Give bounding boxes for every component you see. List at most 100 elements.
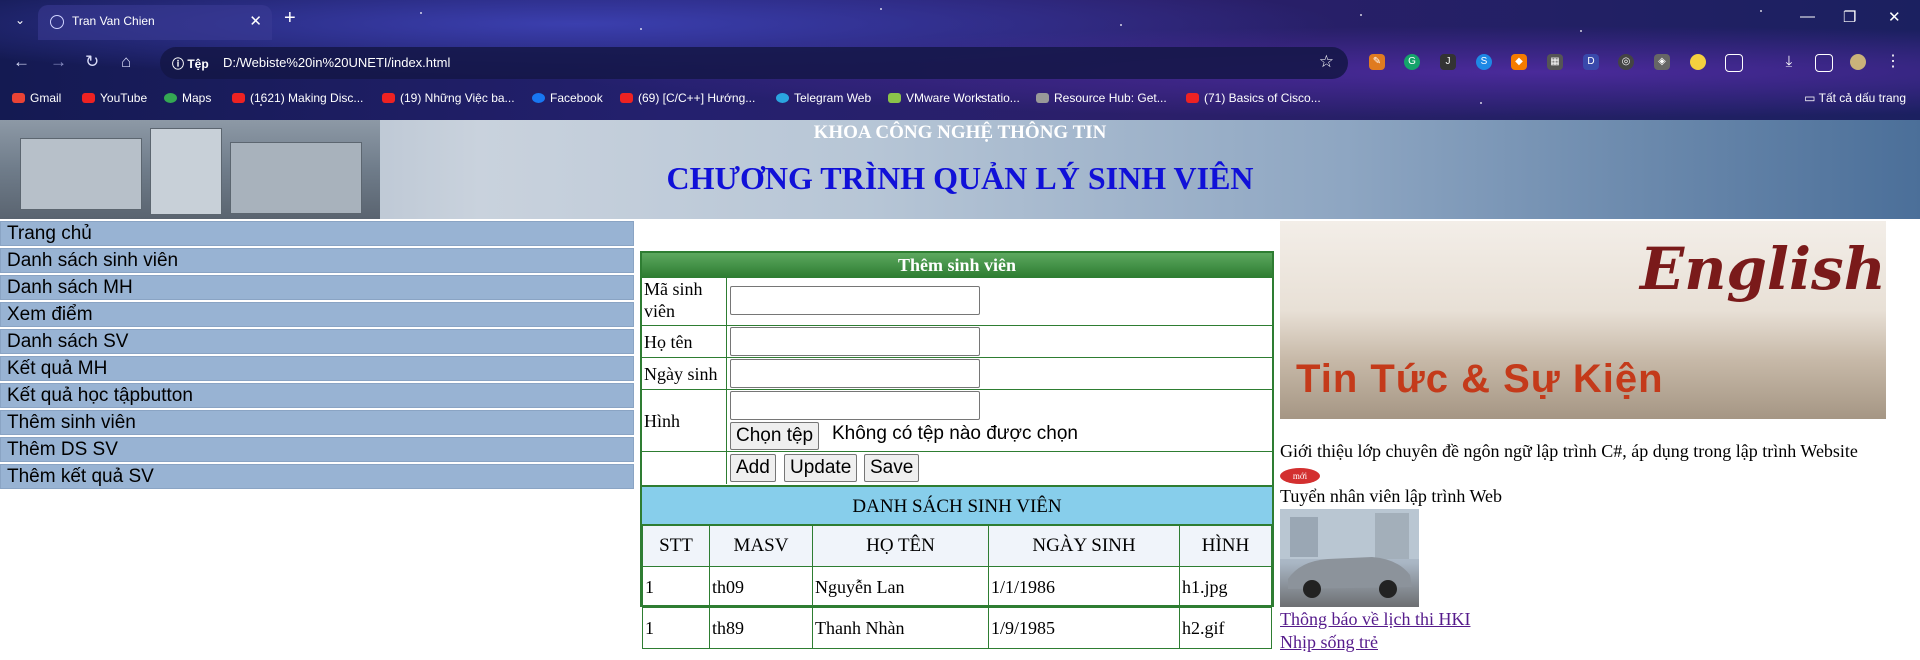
extension-yellow-icon[interactable] xyxy=(1690,54,1706,70)
globe-icon xyxy=(50,15,64,29)
address-bar[interactable]: ⓘ Tệp D:/Webiste%20in%20UNETI/index.html… xyxy=(160,47,1348,79)
extension-d-icon[interactable]: D xyxy=(1583,54,1599,70)
image-text-input[interactable] xyxy=(730,391,980,420)
student-id-input[interactable] xyxy=(730,286,980,315)
choose-file-button[interactable]: Chọn tệp xyxy=(730,422,820,450)
student-id-label: Mã sinh viên xyxy=(642,278,727,326)
cell-hoten: Nguyễn Lan xyxy=(812,566,989,608)
birthdate-label: Ngày sinh xyxy=(642,358,727,390)
menu-item-subject-results[interactable]: Kết quả MH xyxy=(0,356,634,381)
menu-item-sv-list[interactable]: Danh sách SV xyxy=(0,329,634,354)
home-icon[interactable]: ⌂ xyxy=(121,52,131,72)
browser-tab[interactable]: Tran Van Chien ✕ xyxy=(38,5,272,40)
menu-item-add-results[interactable]: Thêm kết quả SV xyxy=(0,464,634,489)
cell-hinh: h2.gif xyxy=(1179,607,1272,649)
cell-ngaysinh: 1/9/1985 xyxy=(988,607,1180,649)
save-button[interactable]: Save xyxy=(864,454,920,482)
form-row-birthdate: Ngày sinh xyxy=(642,357,1272,390)
bookmark-item[interactable]: Resource Hub: Get... xyxy=(1036,91,1167,105)
update-button[interactable]: Update xyxy=(784,454,858,482)
file-status: Không có tệp nào được chọn xyxy=(832,423,1078,444)
form-row-image: Hình Chọn tệp Không có tệp nào được chọn xyxy=(642,389,1272,452)
bookmark-item[interactable]: (71) Basics of Cisco... xyxy=(1186,91,1321,105)
actions-label-cell xyxy=(642,452,727,484)
forward-icon[interactable]: → xyxy=(50,52,67,72)
extension-s-icon[interactable]: S xyxy=(1476,54,1492,70)
bookmark-item[interactable]: YouTube xyxy=(82,91,147,105)
form-title: Thêm sinh viên xyxy=(642,253,1272,277)
col-hoten: HỌ TÊN xyxy=(812,525,989,567)
page-content: KHOA CÔNG NGHỆ THÔNG TIN CHƯƠNG TRÌNH QU… xyxy=(0,120,1920,660)
compass-icon[interactable]: ◎ xyxy=(1618,54,1634,70)
add-student-form: Thêm sinh viên Mã sinh viên Họ tên Ngày … xyxy=(640,251,1274,649)
minimize-icon[interactable]: — xyxy=(1800,8,1815,25)
menu-item-student-list[interactable]: Danh sách sinh viên xyxy=(0,248,634,273)
bookmark-star-icon[interactable]: ☆ xyxy=(1319,52,1334,72)
news-job: Tuyển nhân viên lập trình Web xyxy=(1280,486,1503,506)
add-button[interactable]: Add xyxy=(730,454,776,482)
avatar[interactable] xyxy=(1850,54,1866,70)
menu-item-study-results[interactable]: Kết quả học tậpbutton xyxy=(0,383,634,408)
col-hinh: HÌNH xyxy=(1179,525,1272,567)
close-tab-icon[interactable]: ✕ xyxy=(249,12,262,30)
table-row: 1 th89 Thanh Nhàn 1/9/1985 h2.gif xyxy=(642,607,1272,649)
bookmark-item[interactable]: Gmail xyxy=(12,91,61,105)
grammarly-icon[interactable]: G xyxy=(1404,54,1420,70)
menu-item-add-sv-list[interactable]: Thêm DS SV xyxy=(0,437,634,462)
cell-stt: 1 xyxy=(642,607,710,649)
bookmarks-bar: Gmail YouTube Maps (1621) Making Disc...… xyxy=(0,86,1920,112)
col-ngaysinh: NGÀY SINH xyxy=(988,525,1180,567)
cell-ngaysinh: 1/1/1986 xyxy=(988,566,1180,608)
browser-chrome: ⌄ Tran Van Chien ✕ + — ❐ ✕ ← → ↻ ⌂ ⓘ Tệp… xyxy=(0,0,1920,120)
menu-item-home[interactable]: Trang chủ xyxy=(0,221,634,246)
student-list-title: DANH SÁCH SINH VIÊN xyxy=(642,485,1272,525)
shield-icon[interactable]: ◈ xyxy=(1654,54,1670,70)
col-stt: STT xyxy=(642,525,710,567)
bookmark-item[interactable]: (19) Những Việc ba... xyxy=(382,91,515,105)
form-row-student-id: Mã sinh viên xyxy=(642,277,1272,326)
cell-hoten: Thanh Nhàn xyxy=(812,607,989,649)
birthdate-input[interactable] xyxy=(730,359,980,388)
name-input[interactable] xyxy=(730,327,980,356)
close-window-icon[interactable]: ✕ xyxy=(1888,8,1901,26)
qr-icon[interactable]: ▦ xyxy=(1547,54,1563,70)
name-label: Họ tên xyxy=(642,326,727,358)
bookmark-item[interactable]: Maps xyxy=(164,91,211,105)
menu-item-view-grades[interactable]: Xem điểm xyxy=(0,302,634,327)
form-row-actions: Add Update Save xyxy=(642,451,1272,484)
faculty-subtitle: KHOA CÔNG NGHỆ THÔNG TIN xyxy=(813,122,1107,143)
cell-stt: 1 xyxy=(642,566,710,608)
bookmark-item[interactable]: Facebook xyxy=(532,91,603,105)
more-menu-icon[interactable]: ⋮ xyxy=(1885,54,1901,70)
metamask-icon[interactable]: ◆ xyxy=(1511,54,1527,70)
bookmark-item[interactable]: (69) [C/C++] Hướng... xyxy=(620,91,755,105)
site-info[interactable]: ⓘ Tệp xyxy=(172,55,209,72)
extension-j-icon[interactable]: J xyxy=(1440,54,1456,70)
url-text[interactable]: D:/Webiste%20in%20UNETI/index.html xyxy=(223,55,450,70)
sidepanel-icon[interactable] xyxy=(1815,54,1833,72)
banner-word: English xyxy=(1640,235,1886,303)
image-label: Hình xyxy=(642,390,727,452)
download-icon[interactable]: ⤓ xyxy=(1781,54,1797,70)
bookmark-item[interactable]: (1621) Making Disc... xyxy=(232,91,363,105)
extensions-puzzle-icon[interactable] xyxy=(1725,54,1743,72)
news-link-youth[interactable]: Nhịp sống trẻ xyxy=(1280,632,1378,653)
bookmark-item[interactable]: Telegram Web xyxy=(776,91,871,105)
new-badge: mới xyxy=(1280,468,1320,484)
header-banner: KHOA CÔNG NGHỆ THÔNG TIN CHƯƠNG TRÌNH QU… xyxy=(0,120,1920,219)
bookmark-item[interactable]: VMware Workstatio... xyxy=(888,91,1020,105)
reload-icon[interactable]: ↻ xyxy=(85,52,99,72)
cell-hinh: h1.jpg xyxy=(1179,566,1272,608)
restore-icon[interactable]: ❐ xyxy=(1843,8,1856,26)
menu-item-add-student[interactable]: Thêm sinh viên xyxy=(0,410,634,435)
back-icon[interactable]: ← xyxy=(13,52,30,72)
news-link-exam[interactable]: Thông báo về lịch thi HKI xyxy=(1280,609,1470,630)
news-intro: Giới thiệu lớp chuyên đề ngôn ngữ lập tr… xyxy=(1280,440,1880,486)
new-tab-icon[interactable]: + xyxy=(284,7,296,30)
car-image xyxy=(1280,509,1419,607)
menu-item-subject-list[interactable]: Danh sách MH xyxy=(0,275,634,300)
pen-extension-icon[interactable]: ✎ xyxy=(1369,54,1385,70)
tab-search-icon[interactable]: ⌄ xyxy=(10,10,30,30)
all-bookmarks[interactable]: ▭ Tất cả dấu trang xyxy=(1804,91,1906,105)
tab-title: Tran Van Chien xyxy=(72,14,155,28)
